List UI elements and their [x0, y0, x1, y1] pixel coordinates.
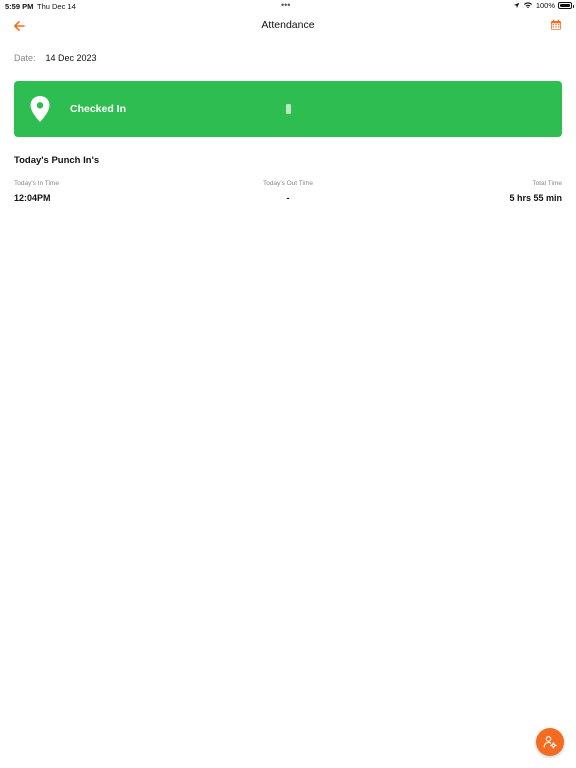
table-row: 12:04PM - 5 hrs 55 min	[14, 193, 562, 203]
in-time-value: 12:04PM	[14, 193, 51, 203]
status-time: 5:59 PM	[5, 2, 34, 11]
multitasking-dots[interactable]: •••	[281, 1, 290, 10]
punch-table-header: Today's In Time Today's Out Time Total T…	[14, 180, 562, 187]
date-label: Date:	[14, 53, 36, 63]
header-in-time: Today's In Time	[14, 180, 59, 187]
nav-bar: Attendance	[0, 14, 576, 38]
status-date: Thu Dec 14	[37, 2, 76, 11]
total-time-value: 5 hrs 55 min	[509, 193, 562, 203]
section-title-punch-ins: Today's Punch In's	[14, 155, 100, 166]
wifi-icon	[523, 2, 532, 9]
location-pin-icon	[30, 96, 50, 122]
date-value: 14 Dec 2023	[45, 53, 97, 63]
out-time-value: -	[286, 193, 290, 203]
user-settings-button[interactable]	[536, 728, 564, 756]
location-arrow-icon	[513, 2, 520, 9]
calendar-icon	[551, 19, 561, 30]
checkin-status-label: Checked In	[70, 103, 127, 115]
page-title: Attendance	[261, 19, 315, 31]
user-settings-icon	[543, 736, 557, 749]
checkin-slider[interactable]: Checked In	[14, 81, 562, 137]
calendar-button[interactable]	[548, 17, 564, 33]
battery-icon	[558, 2, 574, 9]
battery-percent: 100%	[535, 1, 555, 10]
header-out-time: Today's Out Time	[262, 180, 313, 187]
slider-handle[interactable]	[286, 104, 291, 114]
date-row: Date: 14 Dec 2023	[14, 53, 97, 63]
status-right: 100%	[513, 1, 574, 10]
status-bar: 5:59 PM Thu Dec 14 ••• 100%	[0, 0, 576, 12]
header-total-time: Total Time	[532, 180, 562, 187]
punch-table: Today's In Time Today's Out Time Total T…	[14, 180, 562, 203]
